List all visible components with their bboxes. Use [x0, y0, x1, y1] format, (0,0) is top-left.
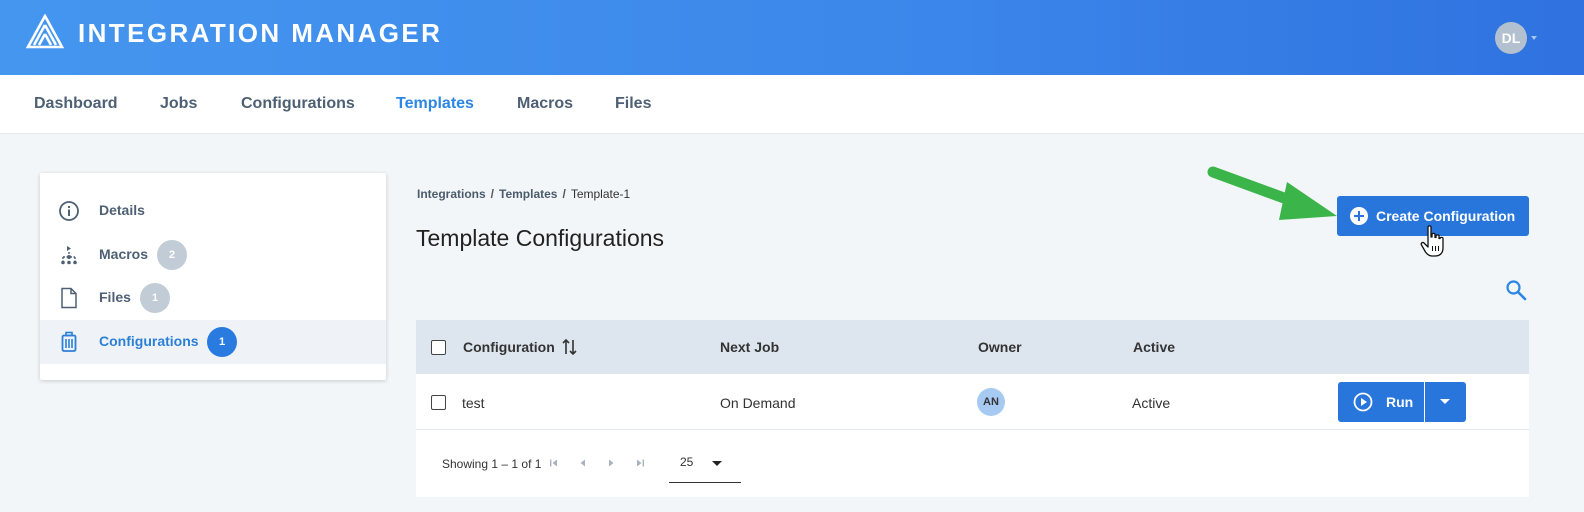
- info-icon: [59, 201, 79, 221]
- column-header-configuration[interactable]: Configuration: [463, 339, 555, 355]
- plus-circle-icon: [1350, 207, 1368, 225]
- configuration-icon: [61, 331, 77, 352]
- main-nav: Dashboard Jobs Configurations Templates …: [0, 75, 1584, 134]
- column-header-active: Active: [1133, 339, 1176, 355]
- file-icon: [61, 287, 77, 309]
- create-configuration-label: Create Configuration: [1376, 208, 1516, 224]
- macro-tree-icon: [61, 246, 77, 265]
- column-header-owner: Owner: [978, 339, 1022, 355]
- nav-files[interactable]: Files: [615, 95, 651, 113]
- breadcrumb-integrations[interactable]: Integrations: [417, 187, 486, 201]
- app-logo-icon: [25, 14, 65, 49]
- run-label: Run: [1386, 394, 1414, 410]
- breadcrumb: Integrations / Templates / Template-1: [417, 187, 630, 201]
- search-icon[interactable]: [1505, 279, 1527, 301]
- page-size-value: 25: [680, 455, 694, 469]
- configurations-table: Configuration Next Job Owner Active test…: [416, 320, 1529, 497]
- active-status: Active: [1132, 395, 1171, 411]
- breadcrumb-templates[interactable]: Templates: [499, 187, 557, 201]
- sidebar-item-label: Files: [99, 289, 131, 305]
- nav-macros[interactable]: Macros: [517, 95, 573, 113]
- files-count-badge: 1: [140, 283, 170, 313]
- select-all-checkbox[interactable]: [431, 340, 446, 355]
- sidebar-item-macros[interactable]: Macros 2: [40, 233, 386, 277]
- sidebar-item-label: Macros: [99, 246, 149, 262]
- sidebar-item-configurations[interactable]: Configurations 1: [40, 320, 386, 364]
- configurations-count-badge: 1: [207, 327, 237, 357]
- annotation-arrow-icon: [1207, 166, 1337, 220]
- breadcrumb-current: Template-1: [570, 187, 631, 201]
- run-options-dropdown-button[interactable]: [1425, 382, 1466, 422]
- column-header-next-job: Next Job: [720, 339, 780, 355]
- nav-dashboard[interactable]: Dashboard: [34, 95, 118, 113]
- hand-cursor-icon: [1420, 225, 1444, 257]
- last-page-icon[interactable]: [635, 458, 645, 468]
- sidebar-item-details[interactable]: Details: [40, 189, 386, 233]
- run-button[interactable]: Run: [1338, 382, 1424, 422]
- table-header: Configuration Next Job Owner Active: [416, 320, 1529, 374]
- macros-count-badge: 2: [157, 240, 187, 270]
- sidebar-item-label: Details: [99, 202, 145, 218]
- top-bar: INTEGRATION MANAGER DL: [0, 0, 1584, 75]
- chevron-down-icon: [712, 461, 722, 466]
- user-avatar[interactable]: DL: [1495, 22, 1527, 54]
- sort-icon[interactable]: [562, 338, 578, 356]
- pagination-info: Showing 1 – 1 of 1: [442, 457, 542, 471]
- page-title: Template Configurations: [416, 225, 665, 251]
- sidebar-item-files[interactable]: Files 1: [40, 276, 386, 320]
- sidebar-item-label: Configurations: [99, 333, 199, 349]
- breadcrumb-separator: /: [562, 187, 566, 201]
- play-circle-icon: [1353, 392, 1373, 412]
- table-row[interactable]: test On Demand AN Active Run: [416, 374, 1529, 430]
- next-page-icon[interactable]: [606, 458, 616, 468]
- nav-templates[interactable]: Templates: [396, 95, 474, 113]
- configuration-name[interactable]: test: [462, 395, 485, 411]
- first-page-icon[interactable]: [549, 458, 559, 468]
- nav-jobs[interactable]: Jobs: [160, 95, 197, 113]
- user-menu-caret-icon[interactable]: [1531, 36, 1537, 40]
- breadcrumb-separator: /: [490, 187, 495, 201]
- nav-configurations[interactable]: Configurations: [241, 95, 355, 113]
- previous-page-icon[interactable]: [578, 458, 588, 468]
- owner-avatar: AN: [977, 388, 1005, 416]
- next-job: On Demand: [720, 395, 796, 411]
- app-title: INTEGRATION MANAGER: [78, 18, 443, 48]
- row-checkbox[interactable]: [431, 395, 446, 410]
- page-size-select[interactable]: 25: [669, 446, 741, 483]
- template-side-panel: Details Macros 2 Files 1 Configurations …: [40, 173, 386, 380]
